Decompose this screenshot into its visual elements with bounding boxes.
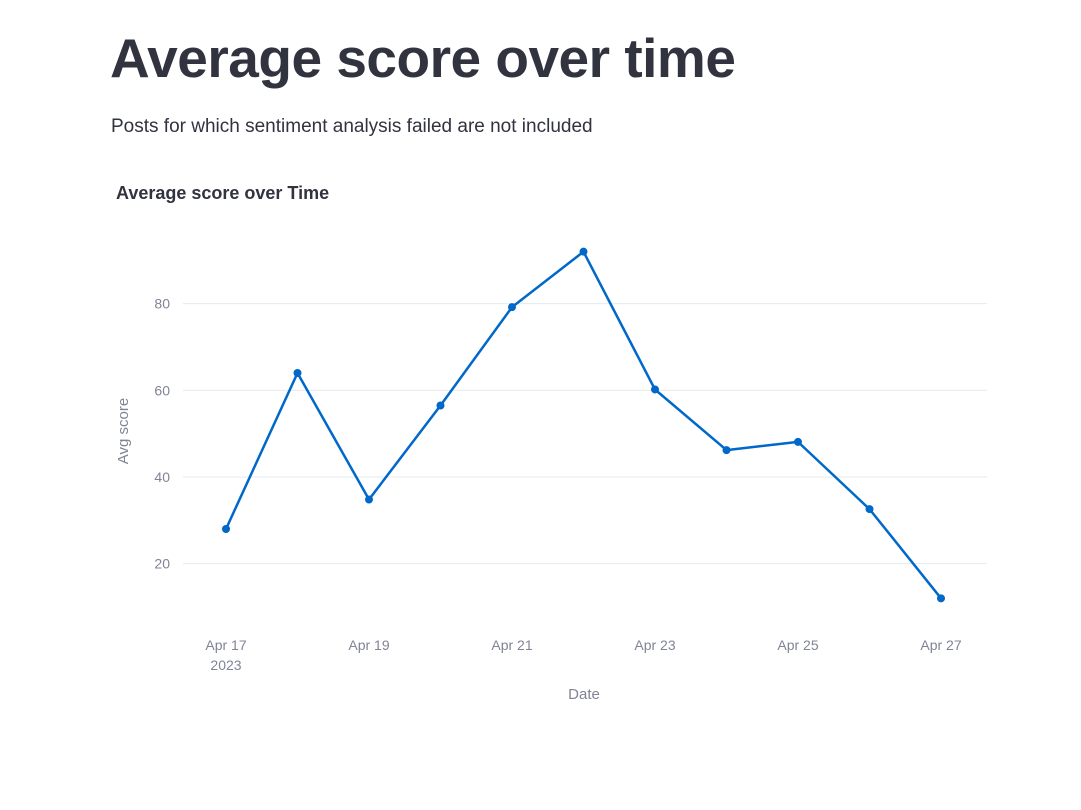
y-axis-title: Avg score [115, 398, 132, 464]
x-tick-label: Apr 21 [491, 637, 532, 653]
data-point[interactable] [722, 446, 731, 455]
x-tick-label: Apr 25 [777, 637, 818, 653]
y-tick-label: 80 [154, 296, 170, 312]
x-tick-label: Apr 27 [920, 637, 961, 653]
y-tick-labels: 20 40 60 80 [154, 296, 170, 572]
x-tick-label: Apr 17 [205, 637, 246, 653]
line-chart[interactable]: Average score over Time 20 40 60 80 Apr 17 2… [0, 0, 1081, 805]
data-point[interactable] [436, 401, 445, 410]
data-point[interactable] [794, 437, 802, 446]
x-tick-label: Apr 23 [634, 637, 675, 653]
y-tick-label: 60 [154, 382, 170, 398]
series-layer[interactable] [222, 247, 945, 603]
chart-title: Average score over Time [116, 183, 329, 203]
data-point[interactable] [937, 594, 945, 603]
data-point[interactable] [579, 247, 588, 256]
data-point[interactable] [651, 385, 659, 394]
x-axis-title: Date [568, 686, 600, 703]
y-tick-label: 20 [154, 556, 170, 572]
chart-svg[interactable]: Average score over Time 20 40 60 80 Apr 17 2… [0, 0, 1081, 805]
x-tick-labels: Apr 17 2023 Apr 19 Apr 21 Apr 23 Apr 25 Apr 27 [205, 637, 961, 673]
y-gridlines [183, 303, 987, 565]
data-point[interactable] [865, 505, 874, 514]
data-point[interactable] [222, 525, 230, 533]
data-point[interactable] [365, 495, 373, 504]
data-point[interactable] [508, 303, 516, 312]
data-point[interactable] [293, 369, 302, 377]
x-tick-sublabel: 2023 [210, 657, 241, 673]
y-tick-label: 40 [154, 469, 170, 485]
x-tick-label: Apr 19 [348, 637, 389, 653]
